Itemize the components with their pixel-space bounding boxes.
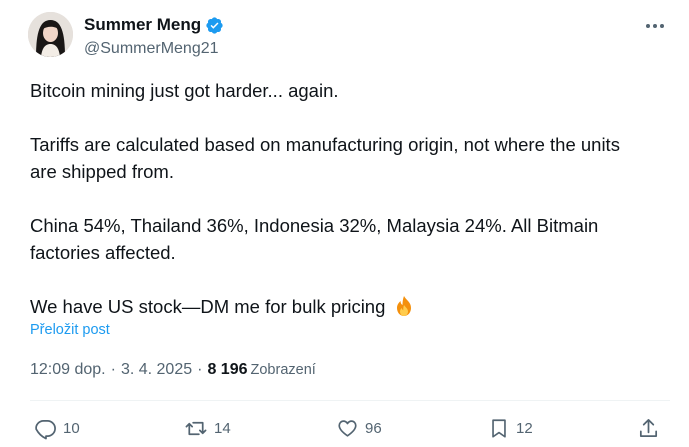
more-options-button[interactable] xyxy=(640,14,670,38)
bookmark-count: 12 xyxy=(516,419,533,437)
tweet-line: factories affected. xyxy=(30,242,176,263)
reply-icon xyxy=(35,419,56,439)
like-count: 96 xyxy=(365,419,382,437)
author-display-name[interactable]: Summer Meng xyxy=(84,15,201,35)
tweet-last-line: We have US stock—DM me for bulk pricing xyxy=(30,293,670,324)
share-icon xyxy=(639,418,658,437)
meta-separator: · xyxy=(197,361,203,378)
tweet-meta: 12:09 dop. · 3. 4. 2025 · 8 196 Zobrazen… xyxy=(30,361,316,379)
avatar-image xyxy=(28,12,73,57)
divider xyxy=(30,400,670,401)
views-count: 8 196 xyxy=(207,361,248,378)
tweet-line: are shipped from. xyxy=(30,161,174,182)
translate-post-link[interactable]: Přeložit post xyxy=(30,322,110,338)
tweet-line: Tariffs are calculated based on manufact… xyxy=(30,134,620,155)
repost-icon xyxy=(185,421,207,435)
reply-count: 10 xyxy=(63,419,80,437)
like-button[interactable]: 96 xyxy=(336,413,382,443)
heart-icon xyxy=(338,420,357,437)
tweet-line: We have US stock—DM me for bulk pricing xyxy=(30,296,386,317)
tweet-time[interactable]: 12:09 dop. xyxy=(30,361,106,379)
repost-button[interactable]: 14 xyxy=(184,413,231,443)
reply-button[interactable]: 10 xyxy=(34,413,80,443)
views-label: Zobrazení xyxy=(250,362,316,378)
share-button[interactable] xyxy=(637,413,660,443)
tweet-line: Bitcoin mining just got harder... again. xyxy=(30,80,339,101)
tweet-date[interactable]: 3. 4. 2025 xyxy=(121,361,192,379)
action-bar: 10 14 96 12 xyxy=(0,413,689,443)
fire-emoji-icon xyxy=(393,295,415,324)
bookmark-icon xyxy=(492,418,506,438)
avatar[interactable] xyxy=(28,12,73,57)
verified-badge-icon xyxy=(205,16,224,35)
tweet-card: Summer Meng @SummerMeng21 Bitcoin mining… xyxy=(0,0,689,447)
author-name[interactable]: Summer Meng xyxy=(84,15,224,35)
author-handle[interactable]: @SummerMeng21 xyxy=(84,40,219,58)
tweet-line: China 54%, Thailand 36%, Indonesia 32%, … xyxy=(30,215,599,236)
tweet-text: Bitcoin mining just got harder... again.… xyxy=(30,77,670,324)
more-horizontal-icon xyxy=(646,24,664,28)
bookmark-button[interactable]: 12 xyxy=(488,413,533,443)
meta-separator: · xyxy=(110,361,116,378)
repost-count: 14 xyxy=(214,419,231,437)
